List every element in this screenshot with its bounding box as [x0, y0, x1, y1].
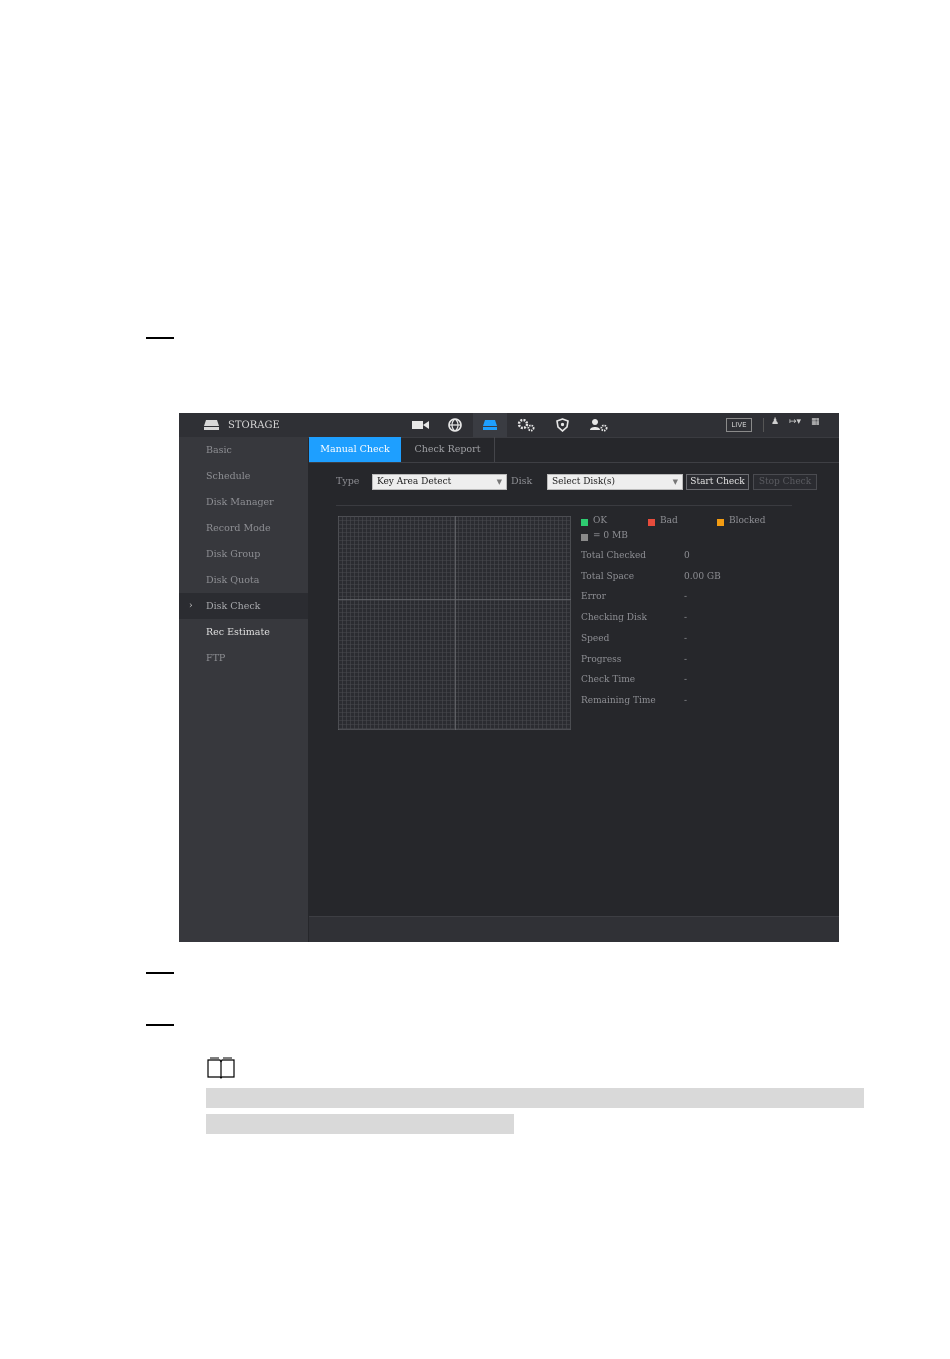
info-value-error: - — [684, 592, 688, 602]
legend-blocked-label: Blocked — [729, 516, 766, 526]
tab-check-report[interactable]: Check Report — [401, 437, 494, 462]
sidebar-item-label: Disk Quota — [206, 574, 260, 586]
info-label-error: Error — [581, 592, 606, 602]
step-marker-3 — [146, 1024, 174, 1026]
dropdown-arrow-icon: ▼ — [672, 478, 678, 486]
sidebar-item-label: Record Mode — [206, 522, 271, 534]
top-bar: STORAGE LIVE ♟ ↦▾ ▦ — [179, 413, 839, 438]
legend-bad-swatch — [648, 519, 655, 526]
tab-bar: Manual Check Check Report — [309, 437, 839, 463]
disk-check-grid — [338, 516, 571, 730]
dropdown-arrow-icon: ▼ — [496, 478, 502, 486]
sidebar-item-label: Disk Check — [206, 600, 261, 612]
start-check-button[interactable]: Start Check — [686, 474, 749, 490]
sidebar-item-rec-estimate[interactable]: Rec Estimate — [179, 619, 308, 645]
form-divider — [336, 505, 792, 506]
sidebar-item-disk-check[interactable]: › Disk Check — [179, 593, 308, 619]
info-label-total-space: Total Space — [581, 572, 635, 582]
stop-check-button[interactable]: Stop Check — [753, 474, 817, 490]
tab-label: Manual Check — [320, 444, 390, 455]
app-title: STORAGE — [228, 419, 280, 431]
step-marker-1 — [146, 337, 174, 339]
info-value-check-time: - — [684, 675, 688, 685]
info-label-total-checked: Total Checked — [581, 551, 647, 561]
type-select-value: Key Area Detect — [377, 477, 452, 487]
network-icon[interactable] — [438, 413, 472, 437]
sidebar-item-basic[interactable]: Basic — [179, 437, 308, 463]
sidebar-item-schedule[interactable]: Schedule — [179, 463, 308, 489]
disk-label: Disk — [511, 476, 533, 487]
sidebar-item-ftp[interactable]: FTP — [179, 645, 308, 671]
type-select[interactable]: Key Area Detect ▼ — [372, 474, 507, 490]
info-value-remaining-time: - — [684, 696, 688, 706]
info-label-speed: Speed — [581, 634, 610, 644]
disk-select[interactable]: Select Disk(s) ▼ — [547, 474, 683, 490]
info-value-total-space: 0.00 GB — [684, 572, 721, 582]
sidebar-item-disk-manager[interactable]: Disk Manager — [179, 489, 308, 515]
legend-unit-label: = 0 MB — [593, 531, 628, 541]
sidebar-item-disk-quota[interactable]: Disk Quota — [179, 567, 308, 593]
topbar-separator — [763, 418, 764, 432]
sidebar-item-disk-group[interactable]: Disk Group — [179, 541, 308, 567]
chevron-right-icon: › — [189, 601, 193, 611]
sidebar-item-label: Rec Estimate — [206, 626, 270, 638]
legend-bad-label: Bad — [660, 516, 678, 526]
sidebar: Basic Schedule Disk Manager Record Mode … — [179, 437, 308, 942]
camera-icon[interactable] — [403, 413, 437, 437]
security-icon[interactable] — [545, 413, 579, 437]
app-brand: STORAGE — [203, 413, 280, 437]
user-icon[interactable]: ♟ — [771, 417, 779, 427]
tab-divider — [494, 437, 495, 462]
disk-check-screenshot: STORAGE LIVE ♟ ↦▾ ▦ Basic Schedule Disk … — [179, 413, 839, 942]
info-label-progress: Progress — [581, 655, 622, 665]
sidebar-item-label: Disk Manager — [206, 496, 274, 508]
info-value-speed: - — [684, 634, 688, 644]
note-highlight-line — [206, 1114, 514, 1134]
account-icon[interactable] — [582, 413, 616, 437]
info-value-progress: - — [684, 655, 688, 665]
settings-icon[interactable] — [509, 413, 543, 437]
step-marker-2 — [146, 972, 174, 974]
footer-bar — [309, 916, 839, 942]
info-label-remaining-time: Remaining Time — [581, 696, 656, 706]
note-book-icon — [207, 1057, 235, 1079]
sidebar-item-label: Disk Group — [206, 548, 261, 560]
sidebar-item-record-mode[interactable]: Record Mode — [179, 515, 308, 541]
legend-ok-label: OK — [593, 516, 608, 526]
disk-select-value: Select Disk(s) — [552, 477, 616, 487]
legend-ok-swatch — [581, 519, 588, 526]
live-button[interactable]: LIVE — [726, 418, 752, 432]
type-label: Type — [336, 476, 360, 487]
tab-label: Check Report — [414, 444, 481, 455]
info-label-check-time: Check Time — [581, 675, 636, 685]
sidebar-item-label: Basic — [206, 444, 232, 456]
info-label-checking-disk: Checking Disk — [581, 613, 647, 623]
legend-blocked-swatch — [717, 519, 724, 526]
qr-code-icon[interactable]: ▦ — [811, 417, 820, 427]
legend-unit-swatch — [581, 534, 588, 541]
storage-icon[interactable] — [473, 413, 507, 437]
logout-icon[interactable]: ↦▾ — [789, 417, 801, 427]
note-highlight-line — [206, 1088, 864, 1108]
sidebar-item-label: FTP — [206, 652, 226, 664]
info-value-total-checked: 0 — [684, 551, 690, 561]
storage-header-icon — [204, 420, 219, 430]
sidebar-item-label: Schedule — [206, 470, 251, 482]
tab-manual-check[interactable]: Manual Check — [309, 437, 401, 462]
info-value-checking-disk: - — [684, 613, 688, 623]
